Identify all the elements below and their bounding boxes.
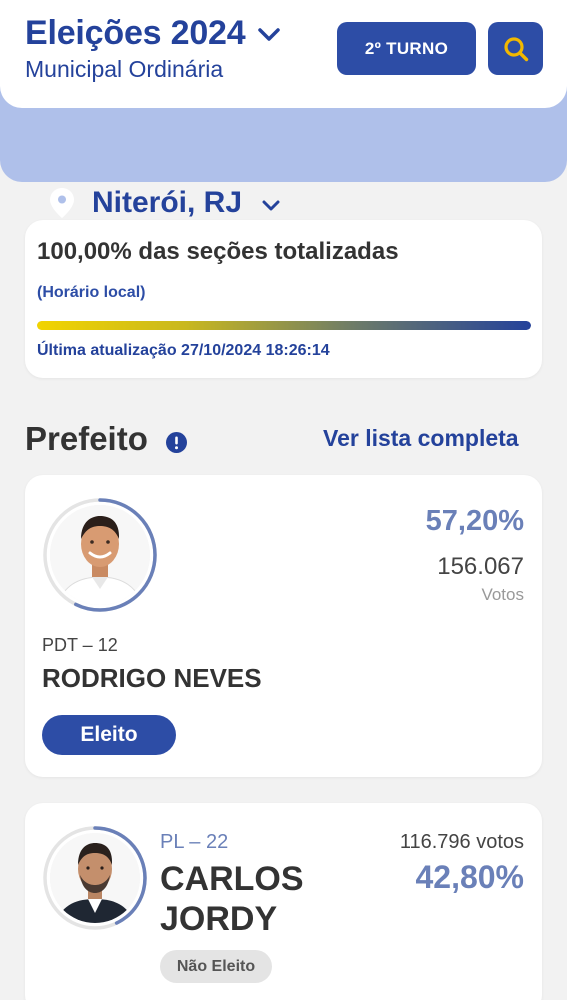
vote-share-ring (43, 498, 157, 612)
candidate-photo (50, 833, 140, 923)
election-type: Municipal Ordinária (25, 56, 224, 82)
vote-percent: 42,80% (415, 859, 524, 895)
candidate-name: CARLOS JORDY (160, 859, 304, 939)
candidate-name: RODRIGO NEVES (42, 663, 262, 693)
app-header: Eleições 2024 Municipal Ordinária 2º TUR… (0, 0, 567, 108)
totalization-card: 100,00% das seções totalizadas (Horário … (25, 220, 542, 378)
info-icon[interactable] (165, 431, 187, 453)
votes-label: Votos (481, 585, 524, 604)
chevron-down-icon (262, 200, 280, 211)
vote-count: 156.067 (437, 553, 524, 580)
totalization-title: 100,00% das seções totalizadas (37, 238, 399, 265)
last-updated: Última atualização 27/10/2024 18:26:14 (37, 342, 330, 359)
location-pin-icon (50, 188, 74, 218)
city-selector[interactable]: Niterói, RJ (50, 186, 280, 220)
vote-percent: 57,20% (425, 505, 524, 537)
party-number: PDT – 12 (42, 635, 118, 655)
chevron-down-icon (258, 27, 281, 41)
candidate-photo (50, 505, 150, 605)
section-title: Prefeito (25, 420, 148, 457)
candidate-name-line: CARLOS (160, 860, 304, 898)
city-name: Niterói, RJ (92, 186, 243, 219)
party-number: PL – 22 (160, 831, 229, 853)
progress-fill (37, 321, 531, 330)
status-badge: Não Eleito (160, 950, 272, 983)
vote-count: 116.796 votos (399, 831, 524, 853)
avatar (42, 825, 148, 936)
see-full-list-link[interactable]: Ver lista completa (323, 425, 519, 452)
local-time-label: (Horário local) (37, 284, 146, 301)
status-badge: Eleito (42, 715, 176, 755)
candidate-card[interactable]: PL – 22 CARLOS JORDY 116.796 votos 42,80… (25, 803, 542, 1000)
turno-button[interactable]: 2º TURNO (337, 22, 476, 75)
section-header: Prefeito (25, 420, 187, 458)
vote-share-ring (43, 826, 147, 930)
election-selector[interactable]: Eleições 2024 (25, 14, 281, 53)
candidate-name-line: JORDY (160, 900, 278, 938)
search-icon (503, 36, 528, 61)
avatar (42, 497, 158, 618)
totalization-progress-bar (37, 321, 531, 330)
page-title: Eleições 2024 (25, 14, 246, 52)
candidate-card[interactable]: 57,20% 156.067 Votos PDT – 12 RODRIGO NE… (25, 475, 542, 777)
search-button[interactable] (488, 22, 543, 75)
